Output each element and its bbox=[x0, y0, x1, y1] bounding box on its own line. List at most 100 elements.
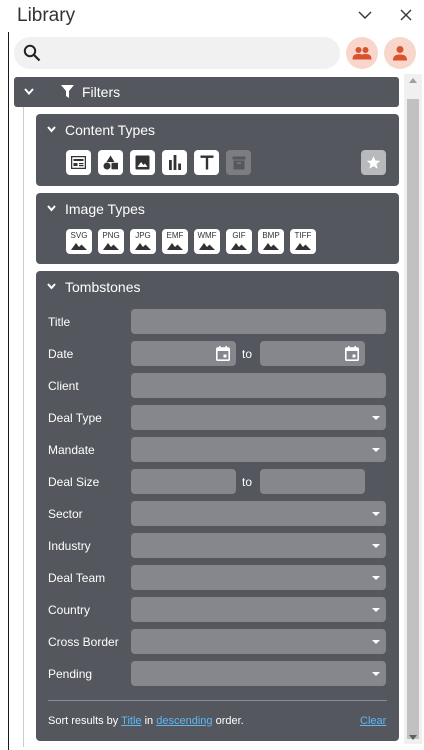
left-border bbox=[8, 32, 9, 750]
cross-border-select[interactable] bbox=[131, 629, 386, 654]
content-type-layout[interactable] bbox=[66, 150, 91, 175]
content-type-image[interactable] bbox=[130, 150, 155, 175]
deal-type-select[interactable] bbox=[131, 405, 386, 430]
deal-team-select[interactable] bbox=[131, 565, 386, 590]
filters-header[interactable]: Filters bbox=[14, 77, 399, 107]
scrollbar-thumb[interactable] bbox=[407, 99, 419, 739]
date-to-field[interactable] bbox=[260, 341, 365, 366]
sort-order-link[interactable]: descending bbox=[156, 715, 212, 727]
dropdown-caret-icon bbox=[372, 576, 380, 580]
divider bbox=[48, 700, 387, 701]
favorites-button[interactable] bbox=[361, 150, 386, 175]
group-icon bbox=[352, 47, 372, 60]
deal-size-from-field[interactable] bbox=[131, 469, 236, 494]
close-icon bbox=[400, 9, 412, 21]
group-button[interactable] bbox=[346, 37, 378, 69]
industry-row: Industry bbox=[36, 533, 399, 559]
client-input[interactable] bbox=[131, 373, 386, 398]
calendar-icon[interactable] bbox=[345, 346, 359, 361]
image-type-label: GIF bbox=[232, 231, 246, 240]
deal-type-label: Deal Type bbox=[48, 411, 102, 425]
dropdown-caret-icon bbox=[372, 448, 380, 452]
client-row: Client bbox=[36, 373, 399, 399]
deal-size-to-field[interactable] bbox=[260, 469, 365, 494]
tree-line bbox=[23, 107, 24, 747]
dropdown-caret-icon bbox=[372, 672, 380, 676]
image-type-gif[interactable]: GIF bbox=[226, 229, 252, 254]
search-bar[interactable] bbox=[14, 37, 340, 69]
mountain-icon bbox=[295, 243, 311, 250]
deal-size-from-input[interactable] bbox=[131, 469, 236, 494]
deal-team-label: Deal Team bbox=[48, 571, 106, 585]
content-type-text[interactable] bbox=[194, 150, 219, 175]
search-input[interactable] bbox=[48, 43, 332, 63]
title-row: Title bbox=[36, 309, 399, 335]
pending-select[interactable] bbox=[131, 661, 386, 686]
cross-border-row: Cross Border bbox=[36, 629, 399, 655]
image-type-svg[interactable]: SVG bbox=[66, 229, 92, 254]
bar-chart-icon bbox=[168, 155, 181, 170]
client-label: Client bbox=[48, 379, 79, 393]
image-type-label: WMF bbox=[197, 231, 217, 240]
minimize-button[interactable] bbox=[354, 4, 376, 26]
title-input[interactable] bbox=[131, 309, 386, 334]
sort-middle: in bbox=[144, 715, 154, 727]
content-type-archive[interactable] bbox=[226, 150, 251, 175]
sector-row: Sector bbox=[36, 501, 399, 527]
title-label: Title bbox=[48, 315, 71, 329]
scroll-up-arrow[interactable] bbox=[409, 78, 417, 83]
chevron-down-icon[interactable] bbox=[47, 126, 56, 133]
image-types-title: Image Types bbox=[65, 201, 145, 217]
date-label: Date bbox=[48, 347, 74, 361]
mountain-icon bbox=[231, 243, 247, 250]
calendar-icon[interactable] bbox=[216, 346, 230, 361]
mandate-label: Mandate bbox=[48, 443, 95, 457]
deal-size-to-label: to bbox=[242, 475, 253, 489]
image-type-label: SVG bbox=[70, 231, 88, 240]
user-icon bbox=[393, 46, 407, 61]
user-button[interactable] bbox=[384, 37, 416, 69]
date-row: Date to bbox=[36, 341, 399, 367]
shapes-icon bbox=[103, 155, 118, 170]
mountain-icon bbox=[135, 243, 151, 250]
mountain-icon bbox=[263, 243, 279, 250]
image-type-emf[interactable]: EMF bbox=[162, 229, 188, 254]
image-type-wmf[interactable]: WMF bbox=[194, 229, 220, 254]
close-button[interactable] bbox=[395, 4, 417, 26]
scroll-down-arrow[interactable] bbox=[409, 735, 417, 740]
content-type-chart[interactable] bbox=[162, 150, 187, 175]
table-layout-icon bbox=[71, 156, 86, 169]
industry-select[interactable] bbox=[131, 533, 386, 558]
image-types-panel: Image Types SVG PNG JPG EMF WMF GIF BMP … bbox=[36, 193, 399, 264]
chevron-down-icon bbox=[24, 88, 34, 95]
pending-row: Pending bbox=[36, 661, 399, 687]
image-type-bmp[interactable]: BMP bbox=[258, 229, 284, 254]
tombstones-title: Tombstones bbox=[65, 279, 141, 295]
content-type-shapes[interactable] bbox=[98, 150, 123, 175]
mandate-select[interactable] bbox=[131, 437, 386, 462]
country-label: Country bbox=[48, 603, 91, 617]
chevron-down-icon[interactable] bbox=[47, 205, 56, 212]
image-type-label: BMP bbox=[262, 231, 280, 240]
client-field[interactable] bbox=[131, 373, 386, 398]
deal-size-to-input[interactable] bbox=[260, 469, 365, 494]
date-from-field[interactable] bbox=[131, 341, 236, 366]
window-title: Library bbox=[17, 5, 76, 26]
image-type-tiff[interactable]: TIFF bbox=[290, 229, 316, 254]
image-icon bbox=[135, 155, 150, 170]
image-type-jpg[interactable]: JPG bbox=[130, 229, 156, 254]
image-type-label: JPG bbox=[135, 231, 151, 240]
sector-select[interactable] bbox=[131, 501, 386, 526]
archive-icon bbox=[232, 156, 245, 169]
tombstones-panel: Tombstones Title Date to Client Deal Typ… bbox=[36, 271, 399, 741]
sort-field-link[interactable]: Title bbox=[121, 715, 141, 727]
filter-icon bbox=[61, 85, 74, 98]
clear-link[interactable]: Clear bbox=[360, 715, 386, 727]
chevron-down-icon[interactable] bbox=[47, 283, 56, 290]
country-select[interactable] bbox=[131, 597, 386, 622]
image-type-png[interactable]: PNG bbox=[98, 229, 124, 254]
title-field[interactable] bbox=[131, 309, 386, 334]
mountain-icon bbox=[167, 243, 183, 250]
vertical-scrollbar[interactable] bbox=[404, 74, 422, 744]
filters-label: Filters bbox=[82, 84, 121, 100]
